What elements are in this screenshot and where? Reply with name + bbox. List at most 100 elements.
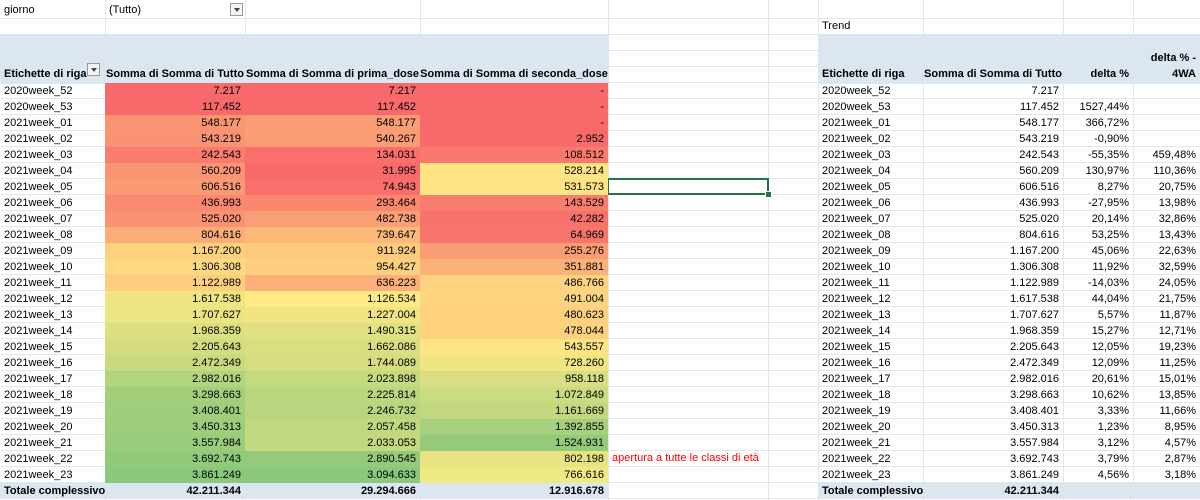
right-row-label[interactable]: 2021week_22 [818, 451, 923, 467]
left-cell-tutto[interactable]: 606.516 [105, 179, 245, 195]
right-row-label[interactable]: 2021week_17 [818, 371, 923, 387]
right-cell-4wa[interactable] [1133, 115, 1200, 131]
left-total-prima[interactable]: 29.294.666 [245, 483, 420, 499]
right-row-label[interactable]: 2021week_10 [818, 259, 923, 275]
left-cell-tutto[interactable]: 3.450.313 [105, 419, 245, 435]
right-row-label[interactable]: 2021week_09 [818, 243, 923, 259]
right-cell-delta[interactable]: 366,72% [1063, 115, 1133, 131]
right-cell-delta[interactable]: 5,57% [1063, 307, 1133, 323]
right-row-label[interactable]: 2021week_05 [818, 179, 923, 195]
right-total-empty[interactable] [1063, 483, 1200, 499]
left-cell-seconda[interactable]: 766.616 [420, 467, 608, 483]
right-cell-tutto[interactable]: 7.217 [923, 83, 1063, 99]
left-cell-tutto[interactable]: 2.472.349 [105, 355, 245, 371]
left-row-label[interactable]: 2021week_20 [0, 419, 105, 435]
right-cell-4wa[interactable]: 19,23% [1133, 339, 1200, 355]
right-cell-4wa[interactable]: 3,18% [1133, 467, 1200, 483]
left-cell-prima[interactable]: 540.267 [245, 131, 420, 147]
right-cell-4wa[interactable] [1133, 99, 1200, 115]
left-cell-tutto[interactable]: 3.408.401 [105, 403, 245, 419]
left-cell-prima[interactable]: 2.033.053 [245, 435, 420, 451]
left-cell-prima[interactable]: 2.246.732 [245, 403, 420, 419]
right-cell-delta[interactable]: 1,23% [1063, 419, 1133, 435]
left-row-label[interactable]: 2021week_21 [0, 435, 105, 451]
left-cell-tutto[interactable]: 1.707.627 [105, 307, 245, 323]
left-cell-tutto[interactable]: 1.306.308 [105, 259, 245, 275]
left-cell-prima[interactable]: 2.225.814 [245, 387, 420, 403]
right-cell-delta[interactable]: -14,03% [1063, 275, 1133, 291]
right-cell-4wa[interactable] [1133, 131, 1200, 147]
left-total-label[interactable]: Totale complessivo [0, 483, 105, 499]
right-cell-4wa[interactable]: 11,87% [1133, 307, 1200, 323]
left-row-label[interactable]: 2021week_14 [0, 323, 105, 339]
left-cell-seconda[interactable]: 531.573 [420, 179, 608, 195]
left-cell-seconda[interactable]: 958.118 [420, 371, 608, 387]
right-row-label[interactable]: 2020week_53 [818, 99, 923, 115]
left-row-label[interactable]: 2021week_09 [0, 243, 105, 259]
right-cell-4wa[interactable]: 15,01% [1133, 371, 1200, 387]
left-row-label[interactable]: 2021week_11 [0, 275, 105, 291]
right-cell-4wa[interactable]: 32,86% [1133, 211, 1200, 227]
left-row-label[interactable]: 2021week_01 [0, 115, 105, 131]
left-cell-seconda[interactable]: 2.952 [420, 131, 608, 147]
right-total-label[interactable]: Totale complessivo [818, 483, 923, 499]
left-cell-tutto[interactable]: 3.557.984 [105, 435, 245, 451]
right-cell-tutto[interactable]: 1.122.989 [923, 275, 1063, 291]
left-cell-seconda[interactable]: 255.276 [420, 243, 608, 259]
right-cell-delta[interactable]: 130,97% [1063, 163, 1133, 179]
left-row-label[interactable]: 2021week_13 [0, 307, 105, 323]
right-row-label[interactable]: 2021week_03 [818, 147, 923, 163]
right-cell-4wa[interactable]: 24,05% [1133, 275, 1200, 291]
left-cell-tutto[interactable]: 1.167.200 [105, 243, 245, 259]
right-cell-tutto[interactable]: 543.219 [923, 131, 1063, 147]
left-row-label[interactable]: 2021week_08 [0, 227, 105, 243]
row-labels-filter-icon[interactable] [87, 63, 100, 76]
right-cell-delta[interactable]: 53,25% [1063, 227, 1133, 243]
left-row-label[interactable]: 2021week_16 [0, 355, 105, 371]
right-row-label[interactable]: 2020week_52 [818, 83, 923, 99]
right-cell-tutto[interactable]: 1.707.627 [923, 307, 1063, 323]
right-cell-4wa[interactable]: 21,75% [1133, 291, 1200, 307]
right-cell-4wa[interactable] [1133, 83, 1200, 99]
left-cell-seconda[interactable]: 543.557 [420, 339, 608, 355]
left-cell-seconda[interactable]: - [420, 83, 608, 99]
right-cell-tutto[interactable]: 1.306.308 [923, 259, 1063, 275]
right-cell-tutto[interactable]: 548.177 [923, 115, 1063, 131]
right-row-label[interactable]: 2021week_04 [818, 163, 923, 179]
left-row-label[interactable]: 2021week_12 [0, 291, 105, 307]
right-row-label[interactable]: 2021week_21 [818, 435, 923, 451]
right-cell-tutto[interactable]: 2.205.643 [923, 339, 1063, 355]
right-row-label[interactable]: 2021week_13 [818, 307, 923, 323]
fill-handle[interactable] [765, 191, 772, 198]
left-row-label[interactable]: 2021week_17 [0, 371, 105, 387]
right-row-label[interactable]: 2021week_06 [818, 195, 923, 211]
right-cell-delta[interactable]: -0,90% [1063, 131, 1133, 147]
right-row-label[interactable]: 2021week_07 [818, 211, 923, 227]
right-row-label[interactable]: 2021week_14 [818, 323, 923, 339]
right-row-label[interactable]: 2021week_01 [818, 115, 923, 131]
right-row-label[interactable]: 2021week_20 [818, 419, 923, 435]
right-row-label[interactable]: 2021week_16 [818, 355, 923, 371]
left-cell-prima[interactable]: 636.223 [245, 275, 420, 291]
left-cell-tutto[interactable]: 3.692.743 [105, 451, 245, 467]
left-cell-prima[interactable]: 134.031 [245, 147, 420, 163]
right-cell-delta[interactable]: -55,35% [1063, 147, 1133, 163]
left-cell-seconda[interactable]: 478.044 [420, 323, 608, 339]
right-cell-4wa[interactable]: 13,85% [1133, 387, 1200, 403]
right-cell-tutto[interactable]: 525.020 [923, 211, 1063, 227]
right-row-label[interactable]: 2021week_23 [818, 467, 923, 483]
left-cell-prima[interactable]: 74.943 [245, 179, 420, 195]
right-cell-tutto[interactable]: 3.408.401 [923, 403, 1063, 419]
right-cell-delta[interactable]: 3,12% [1063, 435, 1133, 451]
right-cell-tutto[interactable]: 436.993 [923, 195, 1063, 211]
left-cell-tutto[interactable]: 1.617.538 [105, 291, 245, 307]
left-cell-prima[interactable]: 1.490.315 [245, 323, 420, 339]
right-cell-4wa[interactable]: 13,98% [1133, 195, 1200, 211]
right-cell-delta[interactable]: 10,62% [1063, 387, 1133, 403]
left-row-label[interactable]: 2021week_06 [0, 195, 105, 211]
left-cell-seconda[interactable]: - [420, 99, 608, 115]
filter-value[interactable]: (Tutto) [105, 2, 245, 18]
left-row-label[interactable]: 2021week_04 [0, 163, 105, 179]
left-cell-prima[interactable]: 1.227.004 [245, 307, 420, 323]
left-cell-seconda[interactable]: 528.214 [420, 163, 608, 179]
